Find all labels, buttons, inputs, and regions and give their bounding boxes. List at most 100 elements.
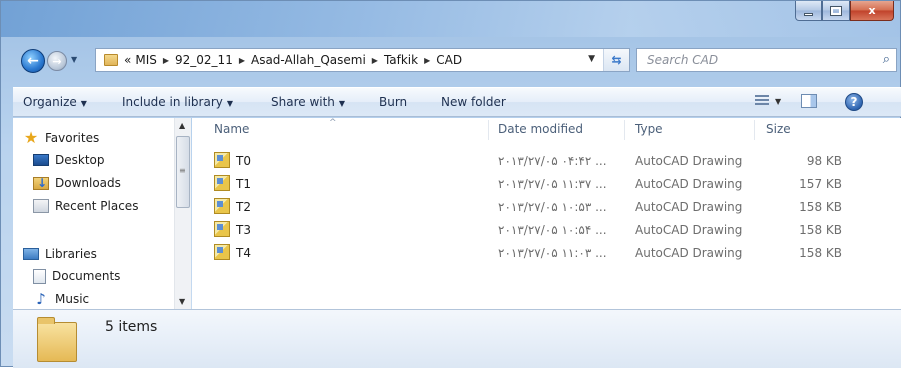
preview-pane-icon[interactable] [801,94,817,108]
file-list: Name ^ Date modified Type Size T0 ۲۰۱۳/۲… [192,118,901,309]
breadcrumb-asad-allah-qasemi[interactable]: Asad-Allah_Qasemi [251,53,366,67]
forward-button[interactable]: → [47,51,67,71]
sidebar-item-label: Downloads [55,176,121,190]
file-size: 158 KB [799,200,842,214]
file-type: AutoCAD Drawing [635,223,743,237]
sidebar-item-desktop[interactable]: Desktop [33,149,105,171]
search-input[interactable] [637,53,857,67]
close-icon: x [868,4,876,17]
sidebar-item-label: Libraries [45,247,97,261]
breadcrumb-mis[interactable]: MIS [135,53,157,67]
file-size: 158 KB [799,223,842,237]
file-size: 158 KB [799,246,842,260]
refresh-icon: ⇆ [611,53,622,67]
breadcrumb-92-02-11[interactable]: 92_02_11 [175,53,233,67]
chevron-right-icon[interactable]: ▶ [239,56,245,65]
folder-icon [104,54,118,66]
chevron-right-icon[interactable]: ▶ [372,56,378,65]
sidebar-item-label: Recent Places [55,199,139,213]
search-icon[interactable]: ⌕ [883,52,890,67]
file-row[interactable]: T3 ۲۰۱۳/۲۷/۰۵ ۱۰:۵۴ ... AutoCAD Drawing … [192,219,901,241]
sidebar-item-libraries[interactable]: Libraries [23,243,97,265]
share-with-button[interactable]: Share with ▼ [271,95,345,109]
help-icon[interactable]: ? [845,93,863,111]
file-date-modified: ۲۰۱۳/۲۷/۰۵ ۱۰:۵۴ ... [498,223,607,237]
sidebar-item-documents[interactable]: Documents [33,265,120,287]
file-date-modified: ۲۰۱۳/۲۷/۰۵ ۱۱:۳۷ ... [498,177,607,191]
sidebar-item-favorites[interactable]: ★ Favorites [23,127,99,149]
file-row[interactable]: T2 ۲۰۱۳/۲۷/۰۵ ۱۰:۵۳ ... AutoCAD Drawing … [192,196,901,218]
file-name: T0 [236,154,251,168]
scroll-down-icon[interactable]: ▼ [179,297,185,306]
music-icon: ♪ [36,290,46,308]
breadcrumb-overflow[interactable]: « [124,53,131,67]
explorer-window: x ← → ▼ « MIS ▶ 92_02_11 ▶ Asad-Allah_Qa… [0,0,901,368]
back-arrow-icon: ← [27,53,39,69]
column-divider[interactable] [624,120,625,140]
minimize-button[interactable] [795,1,822,21]
navigation-scrollbar[interactable]: ▲ ≡ ▼ [174,118,191,309]
caption-buttons: x [795,1,894,21]
downloads-icon [33,176,49,190]
organize-button[interactable]: Organize ▼ [23,95,87,109]
navigation-pane: ★ Favorites Desktop Downloads Recent Plac… [13,118,191,309]
include-in-library-label: Include in library [122,95,223,109]
chevron-down-icon: ▼ [226,99,234,108]
file-type: AutoCAD Drawing [635,246,743,260]
file-size: 157 KB [799,177,842,191]
address-bar[interactable]: « MIS ▶ 92_02_11 ▶ Asad-Allah_Qasemi ▶ T… [95,48,630,72]
breadcrumb-cad[interactable]: CAD [436,53,462,67]
column-header-name[interactable]: Name [214,122,249,136]
column-divider[interactable] [754,120,755,140]
refresh-button[interactable]: ⇆ [603,49,629,71]
chevron-right-icon[interactable]: ▶ [424,56,430,65]
recent-pages-button[interactable]: ▼ [71,55,77,64]
maximize-button[interactable] [822,1,850,21]
sidebar-item-music[interactable]: ♪ Music [33,288,89,309]
sidebar-item-label: Music [55,292,90,306]
sidebar-item-label: Desktop [55,153,105,167]
chevron-right-icon[interactable]: ▶ [163,56,169,65]
file-date-modified: ۲۰۱۳/۲۷/۰۵ ۱۰:۵۳ ... [498,200,607,214]
file-row[interactable]: T0 ۲۰۱۳/۲۷/۰۵ ۰۴:۴۲ ... AutoCAD Drawing … [192,150,901,172]
chevron-down-icon: ▼ [338,99,346,108]
file-date-modified: ۲۰۱۳/۲۷/۰۵ ۱۱:۰۳ ... [498,246,607,260]
file-size: 98 KB [806,154,842,168]
desktop-icon [33,154,49,166]
recent-places-icon [33,199,49,213]
view-options-icon[interactable] [755,95,769,109]
column-header-type[interactable]: Type [635,122,663,136]
title-bar[interactable]: x [1,1,900,37]
sidebar-item-downloads[interactable]: Downloads [33,172,121,194]
new-folder-button[interactable]: New folder [441,95,506,109]
command-bar: Organize ▼ Include in library ▼ Share with… [13,87,901,117]
include-in-library-button[interactable]: Include in library ▼ [122,95,233,109]
sidebar-item-label: Favorites [45,131,100,145]
documents-icon [33,268,46,284]
organize-label: Organize [23,95,77,109]
close-button[interactable]: x [850,1,894,21]
folder-icon [37,317,77,362]
address-history-dropdown[interactable]: ▼ [588,54,595,64]
file-row[interactable]: T1 ۲۰۱۳/۲۷/۰۵ ۱۱:۳۷ ... AutoCAD Drawing … [192,173,901,195]
file-type: AutoCAD Drawing [635,177,743,191]
navigation-row: ← → ▼ « MIS ▶ 92_02_11 ▶ Asad-Allah_Qase… [1,47,900,75]
chevron-down-icon: ▼ [80,99,87,108]
file-row[interactable]: T4 ۲۰۱۳/۲۷/۰۵ ۱۱:۰۳ ... AutoCAD Drawing … [192,242,901,264]
sidebar-item-label: Documents [52,269,121,283]
column-header-date-modified[interactable]: Date modified [498,122,583,136]
sidebar-item-recent-places[interactable]: Recent Places [33,195,138,217]
file-type: AutoCAD Drawing [635,200,743,214]
file-name: T2 [236,200,251,214]
burn-button[interactable]: Burn [379,95,407,109]
scroll-up-icon[interactable]: ▲ [179,121,185,130]
search-box[interactable]: ⌕ [636,48,897,72]
forward-arrow-icon: → [52,54,62,68]
column-header-size[interactable]: Size [766,122,791,136]
items-count: 5 items [105,319,158,335]
back-button[interactable]: ← [21,49,45,73]
column-divider[interactable] [488,120,489,140]
breadcrumb-tafkik[interactable]: Tafkik [384,53,418,67]
chevron-down-icon[interactable]: ▼ [775,97,781,106]
file-type: AutoCAD Drawing [635,154,743,168]
